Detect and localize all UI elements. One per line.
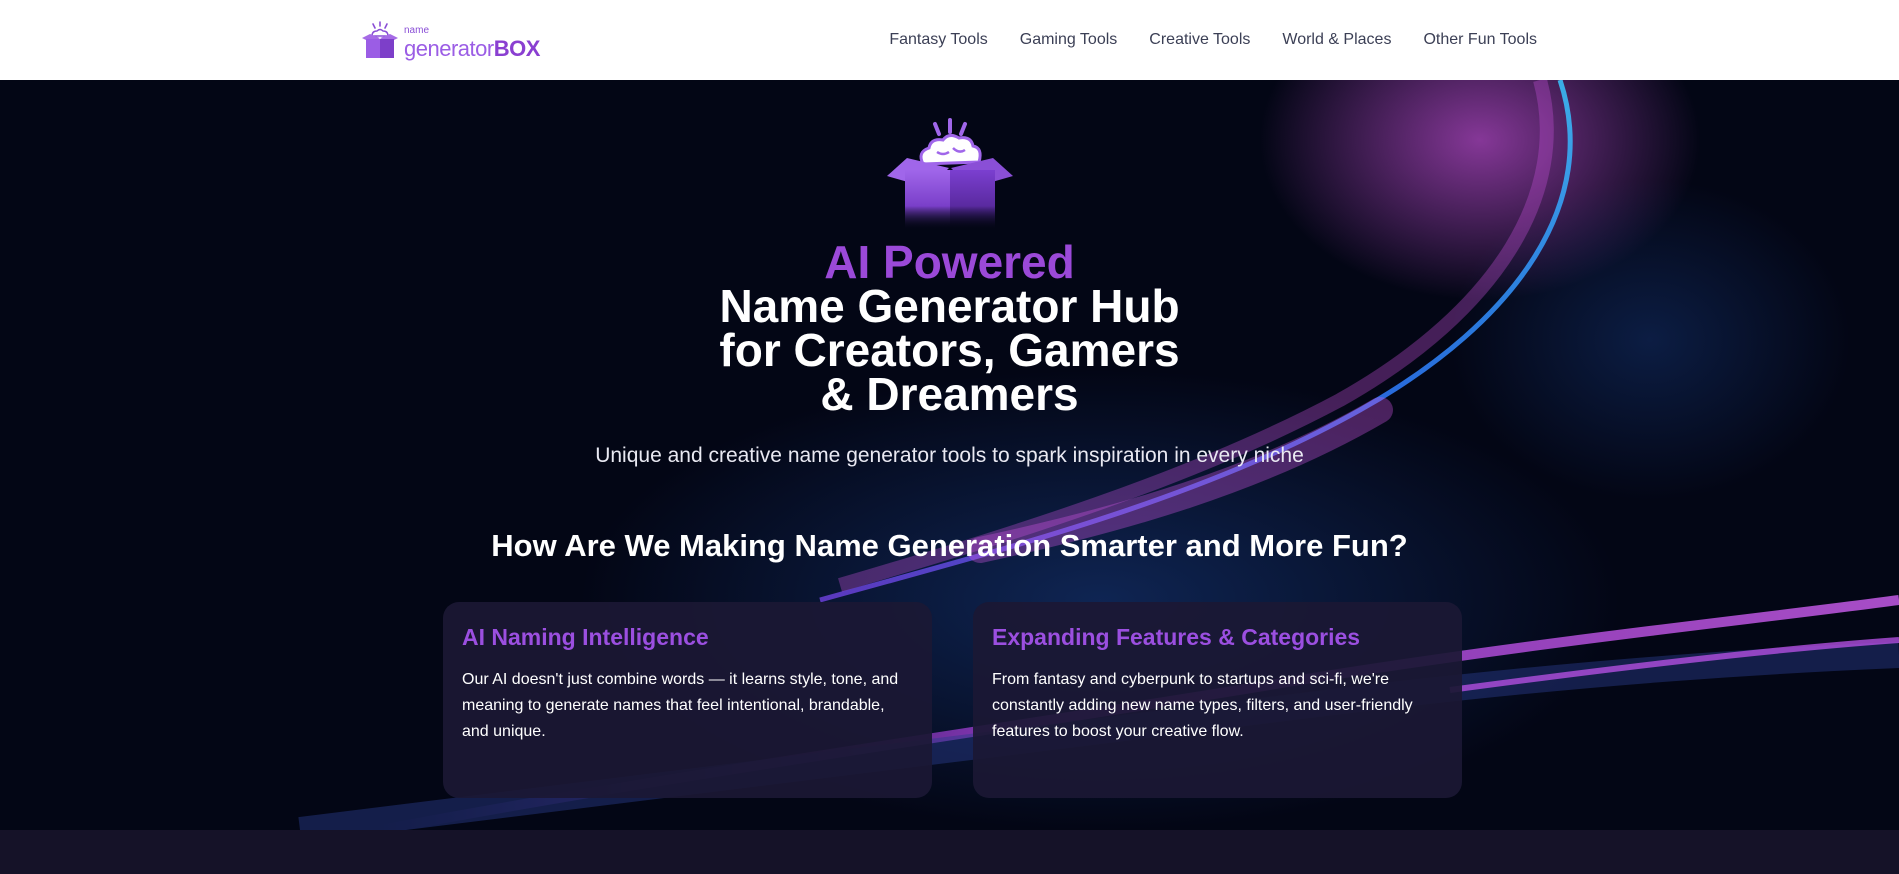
nav-gaming-tools[interactable]: Gaming Tools (1020, 31, 1118, 49)
logo[interactable]: name generatorBOX (360, 18, 540, 60)
hero-title-line-3: & Dreamers (820, 368, 1079, 420)
logo-main-text: generatorBOX (404, 38, 540, 60)
feature-card-body: Our AI doesn't just combine words — it l… (462, 671, 899, 740)
box-with-cloud-icon (362, 21, 398, 58)
main-nav: Fantasy Tools Gaming Tools Creative Tool… (889, 0, 1537, 80)
nav-world-places[interactable]: World & Places (1282, 31, 1391, 49)
next-section-edge (0, 830, 1899, 874)
hero-title-line-2: for Creators, Gamers (719, 324, 1180, 376)
logo-wordmark: name generatorBOX (404, 26, 544, 60)
nav-creative-tools[interactable]: Creative Tools (1149, 31, 1250, 49)
feature-card-expanding-features: Expanding Features & Categories From fan… (973, 602, 1462, 798)
nav-fantasy-tools[interactable]: Fantasy Tools (889, 31, 987, 49)
nav-other-fun-tools[interactable]: Other Fun Tools (1423, 31, 1537, 49)
hero-section: AI Powered Name Generator Hub for Creato… (0, 80, 1899, 830)
hero-content: AI Powered Name Generator Hub for Creato… (0, 80, 1899, 830)
feature-card-title: Expanding Features & Categories (992, 624, 1361, 650)
site-header: name generatorBOX Fantasy Tools Gaming T… (0, 0, 1899, 80)
hero-title-accent: AI Powered (824, 236, 1075, 288)
open-box-with-brain-icon (887, 118, 1013, 230)
logo-box-text: BOX (493, 36, 541, 61)
feature-card-ai-naming: AI Naming Intelligence Our AI doesn't ju… (443, 602, 932, 798)
feature-cards: AI Naming Intelligence Our AI doesn't ju… (443, 602, 1463, 798)
section-heading: How Are We Making Name Generation Smarte… (491, 528, 1408, 563)
hero-title-line-1: Name Generator Hub (719, 280, 1180, 332)
feature-card-title: AI Naming Intelligence (462, 624, 709, 650)
logo-small-text: name (404, 25, 430, 36)
logo-generator-text: generator (404, 36, 494, 61)
feature-card-body: From fantasy and cyberpunk to startups a… (992, 671, 1413, 740)
hero-subtitle: Unique and creative name generator tools… (595, 444, 1304, 467)
hero-title: AI Powered Name Generator Hub for Creato… (0, 236, 1899, 420)
